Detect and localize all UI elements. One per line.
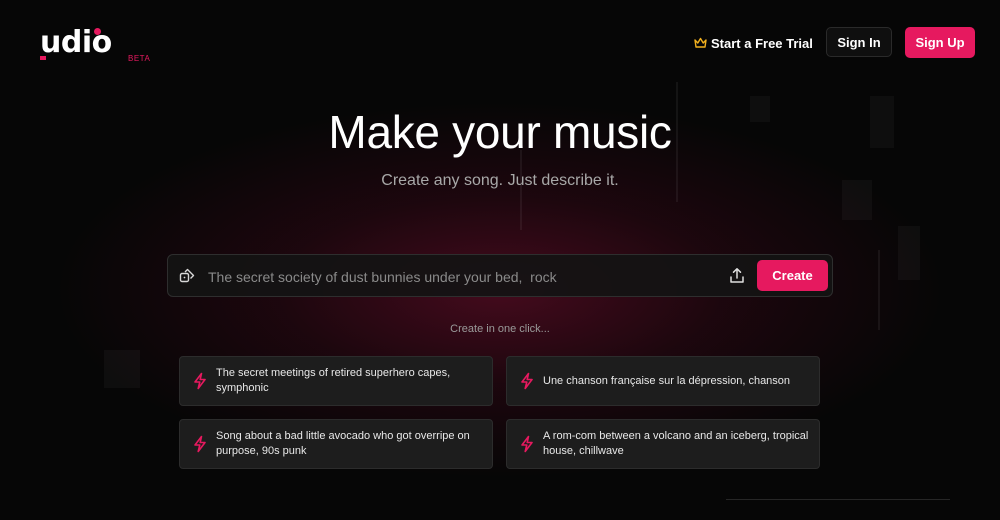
create-button[interactable]: Create (757, 260, 828, 291)
decor-tile (104, 350, 140, 388)
divider (726, 499, 950, 500)
prompt-input[interactable] (206, 261, 720, 293)
bolt-icon (518, 372, 536, 390)
suggestion-card[interactable]: Song about a bad little avocado who got … (179, 419, 493, 469)
crown-icon (694, 37, 707, 49)
suggestion-text: Une chanson française sur la dépression,… (543, 374, 791, 387)
suggestion-text: A rom-com between a volcano and an icebe… (543, 430, 809, 457)
bolt-icon (191, 372, 209, 390)
page: udio BETA Start a Free Trial Sign In Sig… (0, 0, 1000, 520)
start-free-trial-link[interactable]: Start a Free Trial (694, 33, 813, 53)
bolt-icon (191, 435, 209, 453)
start-free-trial-label: Start a Free Trial (711, 35, 813, 51)
decor-tile (898, 226, 920, 280)
beta-badge: BETA (128, 54, 151, 63)
dice-icon[interactable] (179, 268, 195, 284)
decor-line (878, 250, 880, 330)
sign-up-button[interactable]: Sign Up (905, 27, 975, 58)
suggestion-card[interactable]: Une chanson française sur la dépression,… (506, 356, 820, 406)
one-click-heading: Create in one click... (450, 323, 550, 335)
bolt-icon (518, 435, 536, 453)
logo-accent-dot (94, 28, 101, 35)
upload-icon[interactable] (729, 267, 745, 284)
suggestion-text: The secret meetings of retired superhero… (216, 367, 451, 394)
hero-title: Make your music (328, 106, 672, 158)
suggestion-text: Song about a bad little avocado who got … (216, 430, 470, 457)
prompt-bar: Create (167, 254, 833, 297)
logo-accent-mark (40, 56, 46, 60)
hero-subtitle: Create any song. Just describe it. (381, 172, 619, 189)
top-nav: udio BETA Start a Free Trial Sign In Sig… (0, 0, 1000, 86)
suggestion-card[interactable]: The secret meetings of retired superhero… (179, 356, 493, 406)
suggestion-card[interactable]: A rom-com between a volcano and an icebe… (506, 419, 820, 469)
sign-in-button[interactable]: Sign In (826, 27, 892, 57)
